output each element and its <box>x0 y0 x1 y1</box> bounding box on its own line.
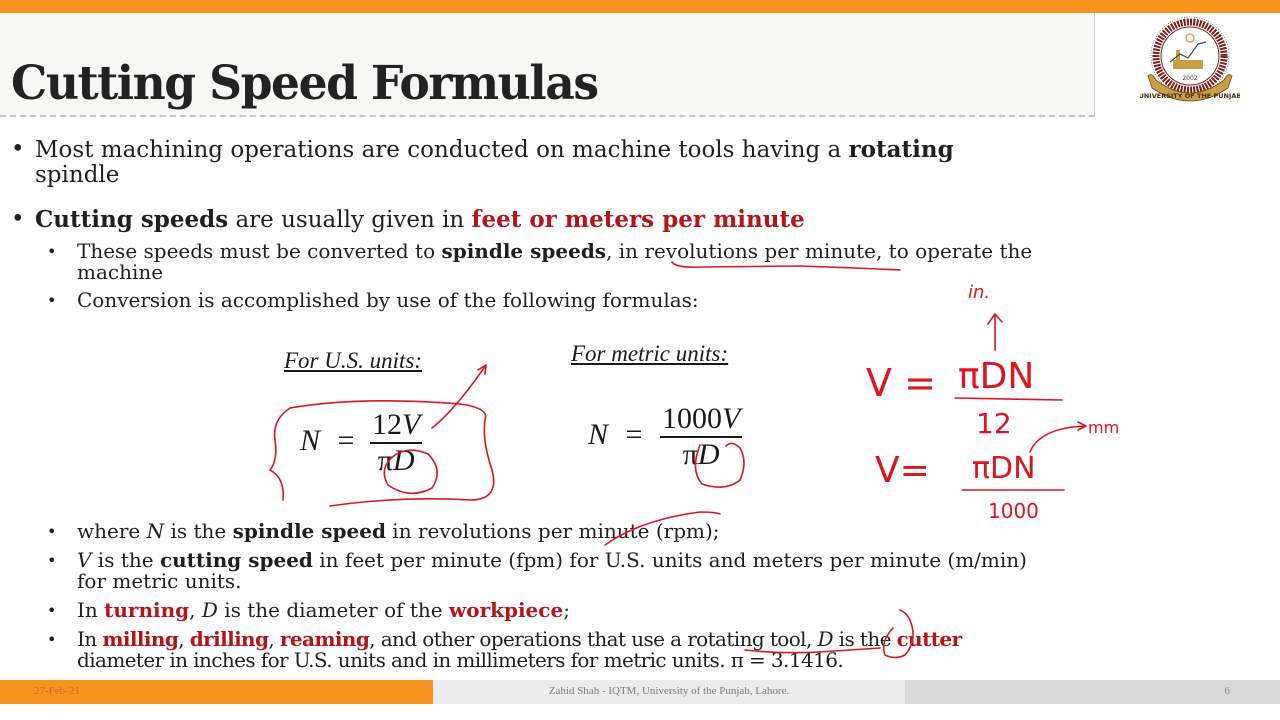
ink-eq1-fraction-bar <box>954 397 1063 401</box>
page-number: 6 <box>1224 685 1231 697</box>
bullet-dot: • <box>47 291 57 310</box>
ink-eq2-lhs: V= <box>875 450 930 491</box>
bullet-dot: • <box>47 630 56 649</box>
ink-arrow-12v <box>431 364 487 429</box>
footer-center-panel: Zahid Shah - IQTM, University of the Pun… <box>433 680 905 704</box>
top-accent-bar <box>0 0 1280 13</box>
ink-arrow-up <box>987 313 1003 351</box>
ink-eq1-num: πDN <box>958 356 1034 397</box>
svg-text:2002: 2002 <box>1182 75 1197 82</box>
ink-eq2-den: 1000 <box>988 499 1039 523</box>
metric-formula-lhs: N = <box>588 418 643 451</box>
ink-eq1-lhs: V = <box>866 361 936 405</box>
us-formula-lhs: N = <box>300 424 355 457</box>
footer-page-panel: 6 <box>905 680 1280 704</box>
subbullet-v-definition: • V is the cutting speed in feet per min… <box>47 548 1027 593</box>
bullet-dot: • <box>11 136 25 162</box>
bullet-dot: • <box>11 206 25 232</box>
us-formula-fraction: 12V πD <box>370 408 423 477</box>
bullet-dot: • <box>47 522 57 541</box>
ink-eq2-num: πDN <box>972 451 1036 486</box>
subbullet-turning: • In turning, D is the diameter of the w… <box>47 598 570 622</box>
ink-eq1-den: 12 <box>976 407 1012 440</box>
subbullet-milling: • In milling, drilling, reaming, and oth… <box>47 627 962 672</box>
ink-mm-label: mm <box>1088 418 1119 437</box>
university-seal-icon: 2002 UNIVERSITY OF THE PUNJAB <box>1140 16 1240 102</box>
ink-arrow-mm <box>1029 421 1087 453</box>
slide-title: Cutting Speed Formulas <box>11 56 599 111</box>
us-units-label: For U.S. units: <box>284 348 422 373</box>
bullet-dot: • <box>47 601 57 620</box>
metric-formula-fraction: 1000V πD <box>660 402 743 471</box>
footer-date: 27-Feb-21 <box>34 685 80 697</box>
subbullet-conversion: • Conversion is accomplished by use of t… <box>47 288 699 312</box>
footer-date-panel: 27-Feb-21 <box>0 680 433 704</box>
ink-in-label: in. <box>968 282 990 303</box>
metric-units-label: For metric units: <box>571 341 729 366</box>
subbullet-n-definition: • where N is the spindle speed in revolu… <box>47 519 720 543</box>
bullet-rotating-spindle: • Most machining operations are conducte… <box>11 136 954 188</box>
bullet-cutting-speeds: • Cutting speeds are usually given in fe… <box>11 206 805 233</box>
svg-text:UNIVERSITY OF THE PUNJAB: UNIVERSITY OF THE PUNJAB <box>1140 92 1240 100</box>
bullet-dot: • <box>47 242 57 261</box>
subbullet-spindle-speeds: • These speeds must be converted to spin… <box>47 239 1033 284</box>
footer-author: Zahid Shah - IQTM, University of the Pun… <box>548 685 790 697</box>
bullet-dot: • <box>47 551 57 570</box>
